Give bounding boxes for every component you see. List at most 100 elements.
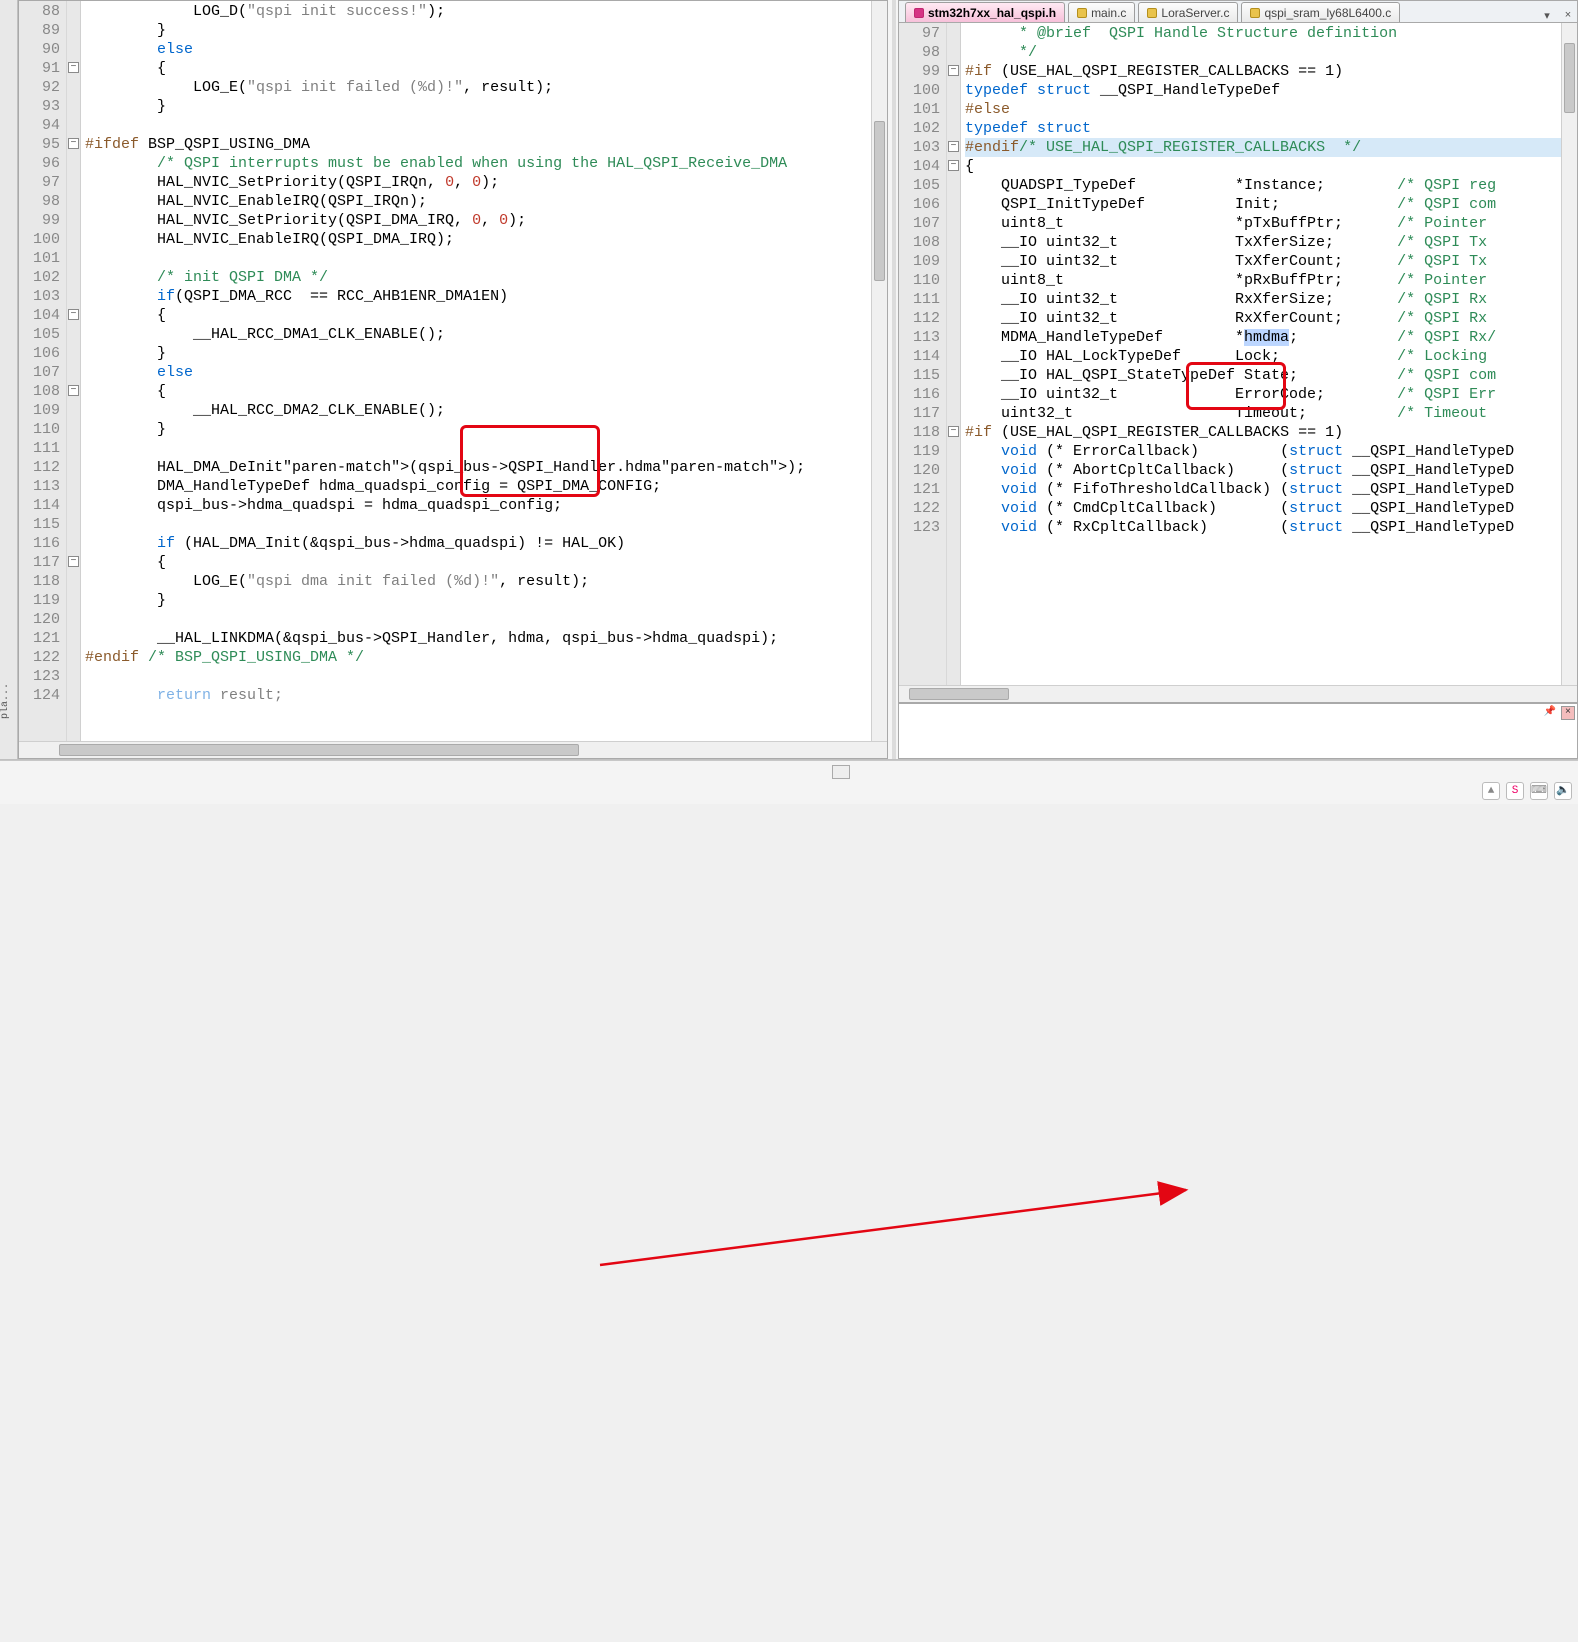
fold-toggle[interactable]: − [68, 556, 79, 567]
close-tab-icon[interactable]: × [1561, 8, 1575, 22]
tab[interactable]: LoraServer.c [1138, 2, 1238, 22]
code-line[interactable]: uint32_t Timeout; /* Timeout [965, 404, 1561, 423]
code-line[interactable]: LOG_E("qspi init failed (%d)!", result); [85, 78, 871, 97]
code-line[interactable]: typedef struct __QSPI_HandleTypeDef [965, 81, 1561, 100]
tray-icon[interactable]: ▲ [1482, 782, 1500, 800]
code-line[interactable] [85, 515, 871, 534]
fold-toggle[interactable]: − [68, 309, 79, 320]
code-line[interactable]: LOG_D("qspi init success!"); [85, 2, 871, 21]
code-line[interactable]: */ [965, 43, 1561, 62]
tab[interactable]: qspi_sram_ly68L6400.c [1241, 2, 1400, 22]
code-line[interactable] [85, 439, 871, 458]
code-line[interactable]: HAL_NVIC_SetPriority(QSPI_DMA_IRQ, 0, 0)… [85, 211, 871, 230]
code-line[interactable]: __IO uint32_t TxXferSize; /* QSPI Tx [965, 233, 1561, 252]
code-line[interactable]: * @brief QSPI Handle Structure definitio… [965, 24, 1561, 43]
code-line[interactable]: __IO uint32_t RxXferCount; /* QSPI Rx [965, 309, 1561, 328]
hscroll-thumb[interactable] [909, 688, 1009, 700]
code-line[interactable]: MDMA_HandleTypeDef *hmdma; /* QSPI Rx/ [965, 328, 1561, 347]
code-line[interactable]: else [85, 363, 871, 382]
fold-toggle[interactable]: − [948, 160, 959, 171]
code-left[interactable]: LOG_D("qspi init success!"); } else { LO… [81, 1, 871, 741]
code-line[interactable]: __HAL_RCC_DMA2_CLK_ENABLE(); [85, 401, 871, 420]
code-line[interactable]: DMA_HandleTypeDef hdma_quadspi_config = … [85, 477, 871, 496]
tab[interactable]: main.c [1068, 2, 1135, 22]
foldcol-left[interactable]: − − − − − [67, 1, 81, 741]
code-line[interactable]: qspi_bus->hdma_quadspi = hdma_quadspi_co… [85, 496, 871, 515]
code-line[interactable] [85, 249, 871, 268]
code-line[interactable]: QUADSPI_TypeDef *Instance; /* QSPI reg [965, 176, 1561, 195]
hscroll-thumb[interactable] [59, 744, 579, 756]
splitter[interactable] [892, 0, 896, 759]
code-line[interactable]: if (HAL_DMA_Init(&qspi_bus->hdma_quadspi… [85, 534, 871, 553]
fold-toggle[interactable]: − [68, 385, 79, 396]
code-line[interactable]: #endif/* USE_HAL_QSPI_REGISTER_CALLBACKS… [965, 138, 1561, 157]
code-line[interactable] [85, 667, 871, 686]
code-line[interactable]: typedef struct [965, 119, 1561, 138]
code-line[interactable]: } [85, 344, 871, 363]
foldcol-right[interactable]: − − − − [947, 23, 961, 685]
code-line[interactable]: { [85, 382, 871, 401]
code-line[interactable]: __HAL_LINKDMA(&qspi_bus->QSPI_Handler, h… [85, 629, 871, 648]
code-line[interactable]: if(QSPI_DMA_RCC == RCC_AHB1ENR_DMA1EN) [85, 287, 871, 306]
code-line[interactable]: } [85, 591, 871, 610]
code-line[interactable]: } [85, 420, 871, 439]
editor-left-body[interactable]: 8889909192939495969798991001011021031041… [19, 1, 887, 741]
fold-toggle[interactable]: − [68, 138, 79, 149]
code-line[interactable]: void (* FifoThresholdCallback) (struct _… [965, 480, 1561, 499]
close-icon[interactable]: × [1561, 706, 1575, 720]
code-line[interactable]: HAL_NVIC_SetPriority(QSPI_IRQn, 0, 0); [85, 173, 871, 192]
vscroll-thumb[interactable] [874, 121, 885, 281]
code-line[interactable]: __IO uint32_t ErrorCode; /* QSPI Err [965, 385, 1561, 404]
code-line[interactable]: void (* CmdCpltCallback) (struct __QSPI_… [965, 499, 1561, 518]
code-line[interactable]: void (* RxCpltCallback) (struct __QSPI_H… [965, 518, 1561, 537]
code-line[interactable]: } [85, 21, 871, 40]
code-line[interactable]: return result; [85, 686, 871, 705]
code-line[interactable]: #if (USE_HAL_QSPI_REGISTER_CALLBACKS == … [965, 423, 1561, 442]
code-line[interactable]: QSPI_InitTypeDef Init; /* QSPI com [965, 195, 1561, 214]
code-line[interactable]: /* QSPI interrupts must be enabled when … [85, 154, 871, 173]
code-right[interactable]: * @brief QSPI Handle Structure definitio… [961, 23, 1561, 685]
vscroll-left[interactable] [871, 1, 887, 741]
hscroll-right[interactable] [899, 685, 1577, 702]
code-line[interactable] [85, 116, 871, 135]
code-line[interactable]: HAL_DMA_DeInit"paren-match">(qspi_bus->Q… [85, 458, 871, 477]
code-line[interactable]: #endif /* BSP_QSPI_USING_DMA */ [85, 648, 871, 667]
tray-icon[interactable]: 🔈 [1554, 782, 1572, 800]
tab[interactable]: stm32h7xx_hal_qspi.h [905, 2, 1065, 22]
code-line[interactable]: { [85, 59, 871, 78]
tray-icon[interactable]: ⌨ [1530, 782, 1548, 800]
code-line[interactable]: void (* ErrorCallback) (struct __QSPI_Ha… [965, 442, 1561, 461]
fold-toggle[interactable]: − [68, 62, 79, 73]
tray-icon[interactable]: S [1506, 782, 1524, 800]
code-line[interactable]: __HAL_RCC_DMA1_CLK_ENABLE(); [85, 325, 871, 344]
fold-toggle[interactable]: − [948, 141, 959, 152]
fold-toggle[interactable]: − [948, 65, 959, 76]
code-line[interactable]: HAL_NVIC_EnableIRQ(QSPI_DMA_IRQ); [85, 230, 871, 249]
code-line[interactable]: uint8_t *pTxBuffPtr; /* Pointer [965, 214, 1561, 233]
tab-menu-icon[interactable]: ▾ [1540, 8, 1554, 22]
pin-icon[interactable]: 📌 [1543, 706, 1557, 720]
code-line[interactable]: void (* AbortCpltCallback) (struct __QSP… [965, 461, 1561, 480]
vscroll-thumb[interactable] [1564, 43, 1575, 113]
code-line[interactable]: /* init QSPI DMA */ [85, 268, 871, 287]
code-line[interactable]: __IO HAL_LockTypeDef Lock; /* Locking [965, 347, 1561, 366]
code-line[interactable]: LOG_E("qspi dma init failed (%d)!", resu… [85, 572, 871, 591]
code-line[interactable] [85, 610, 871, 629]
code-line[interactable]: { [965, 157, 1561, 176]
hscroll-left[interactable] [19, 741, 887, 758]
code-line[interactable]: uint8_t *pRxBuffPtr; /* Pointer [965, 271, 1561, 290]
code-line[interactable]: __IO uint32_t TxXferCount; /* QSPI Tx [965, 252, 1561, 271]
code-line[interactable]: else [85, 40, 871, 59]
fold-toggle[interactable]: − [948, 426, 959, 437]
editor-right-body[interactable]: 9798991001011021031041051061071081091101… [899, 23, 1577, 685]
code-line[interactable]: } [85, 97, 871, 116]
vscroll-right[interactable] [1561, 23, 1577, 685]
code-line[interactable]: { [85, 306, 871, 325]
code-line[interactable]: { [85, 553, 871, 572]
code-line[interactable]: HAL_NVIC_EnableIRQ(QSPI_IRQn); [85, 192, 871, 211]
code-line[interactable]: __IO uint32_t RxXferSize; /* QSPI Rx [965, 290, 1561, 309]
code-line[interactable]: #if (USE_HAL_QSPI_REGISTER_CALLBACKS == … [965, 62, 1561, 81]
code-line[interactable]: #ifdef BSP_QSPI_USING_DMA [85, 135, 871, 154]
layout-icon[interactable] [832, 765, 850, 779]
code-line[interactable]: __IO HAL_QSPI_StateTypeDef State; /* QSP… [965, 366, 1561, 385]
